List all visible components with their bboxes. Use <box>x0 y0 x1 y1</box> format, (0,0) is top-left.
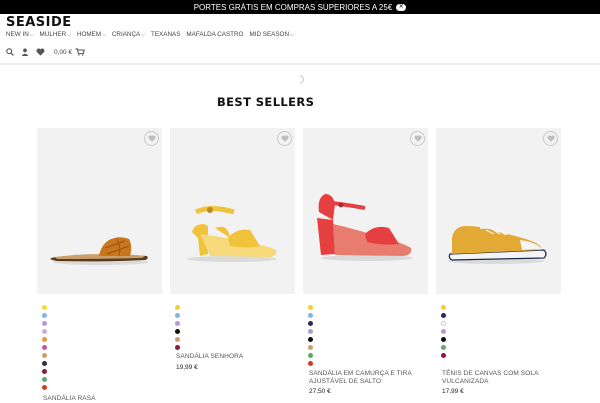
wishlist-button[interactable] <box>410 131 425 146</box>
cart-button[interactable]: 0,00 € <box>54 48 85 56</box>
header-divider <box>0 63 600 65</box>
color-swatch[interactable] <box>42 361 47 366</box>
product-image[interactable] <box>436 128 561 294</box>
product-card[interactable]: SANDÁLIA EM CAMURÇA E TIRA AJUSTÁVEL DE … <box>303 128 428 395</box>
color-swatch[interactable] <box>175 313 180 318</box>
nav-item-mafalda-castro[interactable]: MAFALDA CASTRO <box>186 31 243 38</box>
user-icon[interactable] <box>21 48 29 56</box>
color-swatch[interactable] <box>42 337 47 342</box>
cart-total: 0,00 € <box>54 48 73 56</box>
color-swatch[interactable] <box>308 305 313 310</box>
nav-label: CRIANÇA <box>111 31 141 38</box>
color-swatch[interactable] <box>441 353 446 358</box>
chevron-down-icon: ⌵ <box>141 31 146 38</box>
chevron-down-icon: ⌵ <box>290 31 294 38</box>
color-swatch[interactable] <box>42 385 47 390</box>
promo-message: PORTES GRÁTIS EM COMPRAS SUPERIORES A 25… <box>193 2 393 12</box>
color-swatch[interactable] <box>308 345 313 350</box>
color-swatch[interactable] <box>175 305 180 310</box>
product-price: 19,99 € <box>176 364 198 371</box>
heart-icon <box>414 135 421 142</box>
heart-icon[interactable] <box>36 48 45 56</box>
color-swatch[interactable] <box>441 337 446 342</box>
heart-icon <box>547 135 554 142</box>
wishlist-button[interactable] <box>277 131 292 146</box>
product-card[interactable]: SANDÁLIA RASA <box>37 128 162 402</box>
utility-bar: 0,00 € <box>6 48 85 56</box>
heart-icon <box>281 135 288 142</box>
color-swatch[interactable] <box>308 321 313 326</box>
color-swatch[interactable] <box>42 305 47 310</box>
product-name[interactable]: TÉNIS DE CANVAS COM SOLA VULCANIZADA <box>442 370 552 386</box>
color-swatches <box>308 305 313 366</box>
brown-slide-sandal-image <box>50 237 149 265</box>
color-swatch[interactable] <box>308 313 313 318</box>
color-swatch[interactable] <box>175 337 180 342</box>
color-swatch[interactable] <box>308 353 313 358</box>
main-nav: NEW IN ⌵ MULHER ⌵ HOMEM ⌵ CRIANÇA ⌵ TEXANAS … <box>6 31 294 38</box>
color-swatch[interactable] <box>175 329 180 334</box>
product-image[interactable] <box>170 128 295 294</box>
product-price: 27,50 € <box>309 388 331 395</box>
product-name[interactable]: SANDÁLIA RASA <box>43 395 96 403</box>
nav-label: NEW IN <box>6 31 29 38</box>
nav-label: MAFALDA CASTRO <box>186 31 244 38</box>
product-name[interactable]: SANDÁLIA EM CAMURÇA E TIRA AJUSTÁVEL DE … <box>309 370 419 386</box>
nav-item-crianca[interactable]: CRIANÇA ⌵ <box>112 31 145 38</box>
color-swatch[interactable] <box>441 345 446 350</box>
color-swatch[interactable] <box>308 337 313 342</box>
color-swatch[interactable] <box>175 345 180 350</box>
color-swatch[interactable] <box>441 313 446 318</box>
nav-label: MID SEASON <box>249 31 290 38</box>
color-swatches <box>42 305 47 390</box>
color-swatch[interactable] <box>441 305 446 310</box>
product-image[interactable] <box>37 128 162 294</box>
color-swatch[interactable] <box>42 313 47 318</box>
yellow-block-heel-sandal-image <box>187 206 277 262</box>
color-swatch[interactable] <box>42 345 47 350</box>
site-logo[interactable]: SEASIDE <box>6 15 72 30</box>
color-swatches <box>175 305 180 350</box>
mustard-canvas-sneaker-image <box>448 226 547 264</box>
color-swatch[interactable] <box>308 361 313 366</box>
loading-spinner-icon <box>298 71 306 84</box>
product-price: 17,99 € <box>442 388 464 395</box>
nav-item-mulher[interactable]: MULHER ⌵ <box>40 31 71 38</box>
search-icon[interactable] <box>6 48 14 56</box>
color-swatch[interactable] <box>308 329 313 334</box>
wishlist-button[interactable] <box>543 131 558 146</box>
product-card[interactable]: TÉNIS DE CANVAS COM SOLA VULCANIZADA 17,… <box>436 128 561 395</box>
chevron-down-icon: ⌵ <box>29 31 34 38</box>
nav-item-new-in[interactable]: NEW IN ⌵ <box>6 31 34 38</box>
heart-icon <box>148 135 155 142</box>
color-swatch[interactable] <box>42 353 47 358</box>
nav-label: MULHER <box>39 31 67 38</box>
red-block-heel-sandal-image <box>317 194 413 261</box>
product-card[interactable]: SANDÁLIA SENHORA 19,99 € <box>170 128 295 371</box>
color-swatch[interactable] <box>42 329 47 334</box>
chevron-down-icon: ⌵ <box>67 31 71 38</box>
color-swatch[interactable] <box>441 329 446 334</box>
nav-item-homem[interactable]: HOMEM ⌵ <box>77 31 106 38</box>
wishlist-button[interactable] <box>144 131 159 146</box>
close-promo-button[interactable]: ✕ <box>396 3 407 11</box>
color-swatch[interactable] <box>175 321 180 326</box>
cart-icon <box>75 48 85 56</box>
product-name[interactable]: SANDÁLIA SENHORA <box>176 353 243 361</box>
nav-item-mid-season[interactable]: MID SEASON ⌵ <box>249 31 293 38</box>
color-swatch[interactable] <box>42 321 47 326</box>
section-title: BEST SELLERS <box>217 95 315 109</box>
product-image[interactable] <box>303 128 428 294</box>
color-swatches <box>441 305 446 358</box>
chevron-down-icon: ⌵ <box>102 31 106 38</box>
nav-label: HOMEM <box>76 31 102 38</box>
nav-label: TEXANAS <box>151 31 181 38</box>
nav-item-texanas[interactable]: TEXANAS <box>151 31 180 38</box>
color-swatch[interactable] <box>42 369 47 374</box>
color-swatch[interactable] <box>441 321 446 326</box>
color-swatch[interactable] <box>42 377 47 382</box>
promo-bar: PORTES GRÁTIS EM COMPRAS SUPERIORES A 25… <box>0 0 600 14</box>
site-header: SEASIDE NEW IN ⌵ MULHER ⌵ HOMEM ⌵ CRIANÇA ⌵ … <box>0 14 600 84</box>
